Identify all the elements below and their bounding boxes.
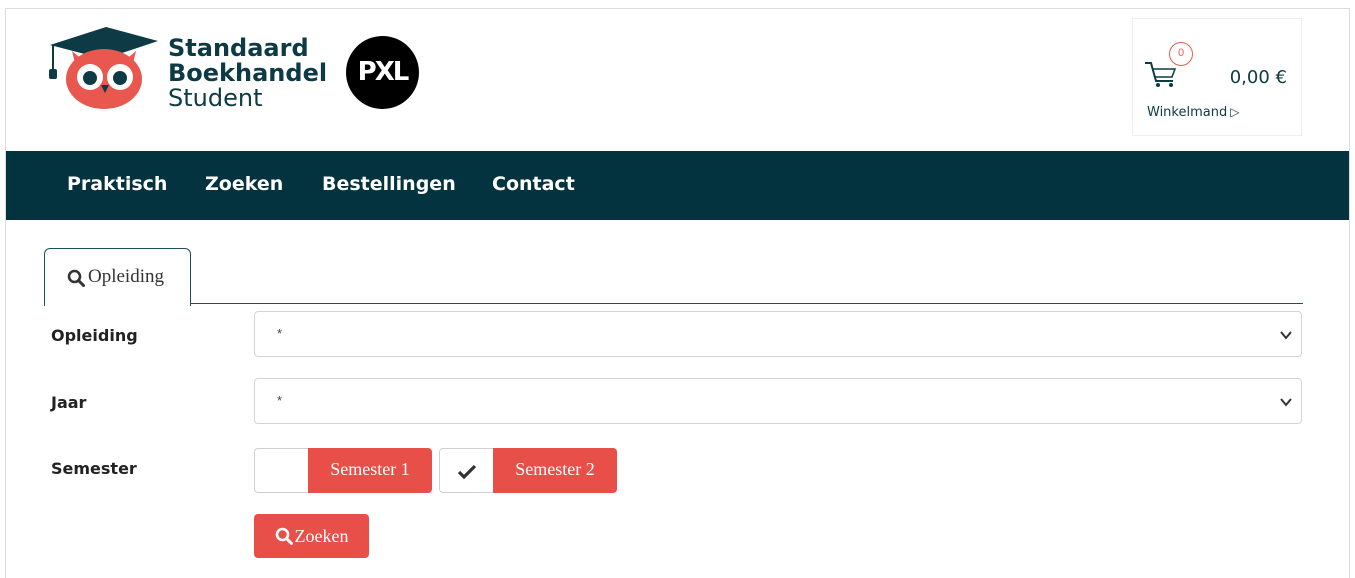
main-navbar: Praktisch Zoeken Bestellingen Contact <box>6 151 1349 220</box>
tab-opleiding[interactable]: Opleiding <box>44 248 191 306</box>
opleiding-select-value: * <box>277 326 283 341</box>
nav-item-contact[interactable]: Contact <box>492 151 575 220</box>
semester-label: Semester <box>51 459 137 478</box>
owl-logo-icon <box>49 27 158 109</box>
brand-line-1: Standaard <box>168 34 309 62</box>
semester-1-label[interactable]: Semester 1 <box>308 448 432 493</box>
nav-item-praktisch[interactable]: Praktisch <box>67 151 167 220</box>
tab-label: Opleiding <box>88 266 164 287</box>
jaar-select-value: * <box>277 393 283 408</box>
pxl-logo-text: PXL <box>357 57 410 87</box>
brand-name: Standaard Boekhandel Student <box>168 36 327 111</box>
pxl-logo: PXL <box>346 36 419 109</box>
tab-divider <box>190 303 1303 304</box>
semester-1-checkbox[interactable] <box>254 448 308 493</box>
play-arrow-icon: ▷ <box>1230 105 1240 119</box>
cart-count-badge: 0 <box>1169 42 1193 66</box>
chevron-down-icon <box>1280 331 1292 340</box>
cart-link[interactable]: Winkelmand ▷ <box>1147 105 1239 120</box>
search-icon <box>67 269 85 287</box>
search-icon <box>275 527 293 545</box>
search-button-label: Zoeken <box>294 526 349 546</box>
chevron-down-icon <box>1280 398 1292 407</box>
cart-label: Winkelmand <box>1147 105 1228 120</box>
opleiding-label: Opleiding <box>51 326 138 345</box>
jaar-select[interactable]: * <box>254 378 1302 424</box>
brand-line-3: Student <box>168 84 263 112</box>
semester-2-toggle[interactable]: Semester 2 <box>439 448 617 493</box>
cart-widget[interactable]: 0 0,00 € Winkelmand ▷ <box>1132 18 1302 136</box>
jaar-label: Jaar <box>51 393 87 412</box>
brand-line-2: Boekhandel <box>168 59 328 87</box>
tab-label-wrapper: Opleiding <box>67 266 164 288</box>
nav-item-zoeken[interactable]: Zoeken <box>205 151 283 220</box>
opleiding-select[interactable]: * <box>254 311 1302 357</box>
semester-1-toggle[interactable]: Semester 1 <box>254 448 432 493</box>
cart-total: 0,00 € <box>1229 67 1287 88</box>
semester-2-label[interactable]: Semester 2 <box>493 448 617 493</box>
search-button[interactable]: Zoeken <box>254 514 369 558</box>
semester-2-checkbox[interactable] <box>439 448 493 493</box>
checkmark-icon <box>457 464 477 480</box>
nav-item-bestellingen[interactable]: Bestellingen <box>322 151 456 220</box>
